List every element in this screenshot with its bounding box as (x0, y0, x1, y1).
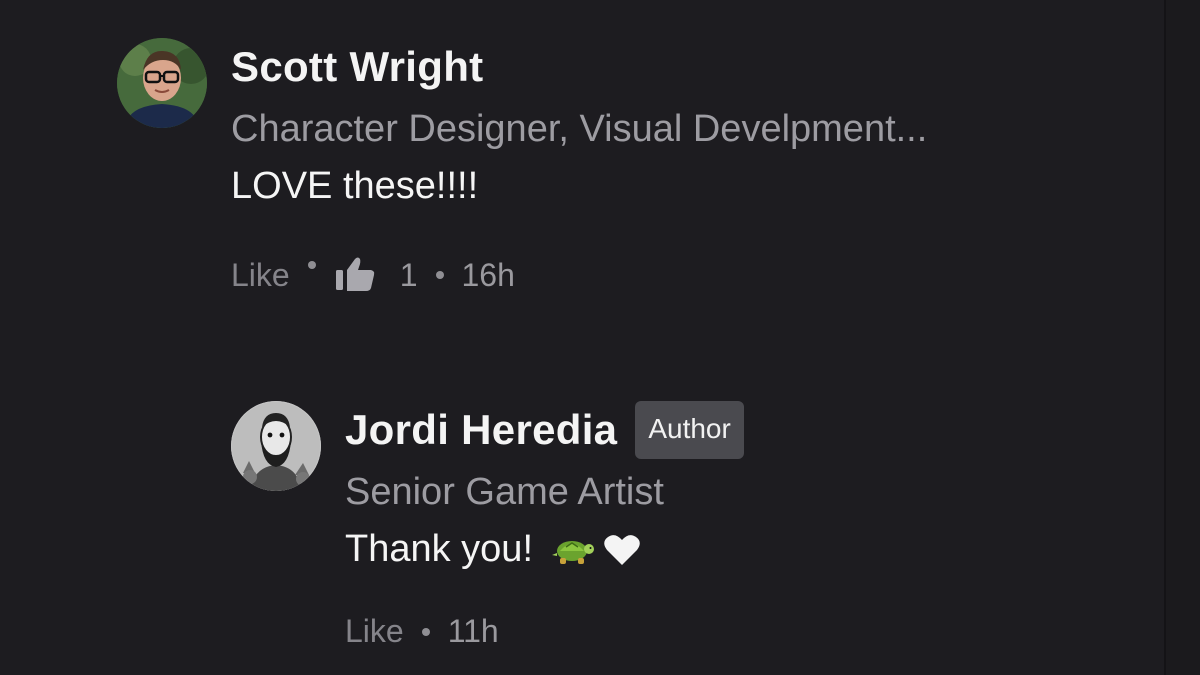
thumbs-up-icon[interactable] (334, 256, 378, 294)
author-name[interactable]: Jordi Heredia (345, 406, 617, 454)
reaction-count[interactable]: 1 (400, 257, 418, 294)
side-panel-edge (1166, 0, 1200, 675)
comment-body: Jordi Heredia Author Senior Game Artist … (345, 401, 1145, 650)
name-row: Scott Wright (231, 32, 1131, 102)
like-button[interactable]: Like (231, 257, 290, 294)
comment-text: LOVE these!!!! (231, 165, 1131, 208)
avatar[interactable] (117, 38, 207, 128)
comment-body: Scott Wright Character Designer, Visual … (231, 38, 1131, 294)
separator-dot (421, 627, 430, 636)
like-button[interactable]: Like (345, 613, 404, 650)
comment-text-content: LOVE these!!!! (231, 165, 479, 207)
comment-time: 16h (461, 256, 515, 293)
avatar[interactable] (231, 401, 321, 491)
separator-dot (307, 261, 316, 269)
author-name[interactable]: Scott Wright (231, 43, 483, 91)
comment-text: Thank you! (345, 528, 1145, 571)
author-badge: Author (635, 401, 744, 459)
separator-dot (435, 271, 444, 279)
comment-actions: Like 1 16h (231, 256, 1131, 294)
comment-actions: Like 11h (345, 613, 1145, 650)
turtle-icon (551, 533, 595, 567)
author-headline: Character Designer, Visual Develpment... (231, 108, 928, 150)
heart-icon (603, 533, 641, 567)
author-headline: Senior Game Artist (345, 471, 664, 513)
comment-time: 11h (447, 613, 499, 649)
name-row: Jordi Heredia Author (345, 395, 1145, 465)
comment-text-content: Thank you! (345, 528, 533, 570)
